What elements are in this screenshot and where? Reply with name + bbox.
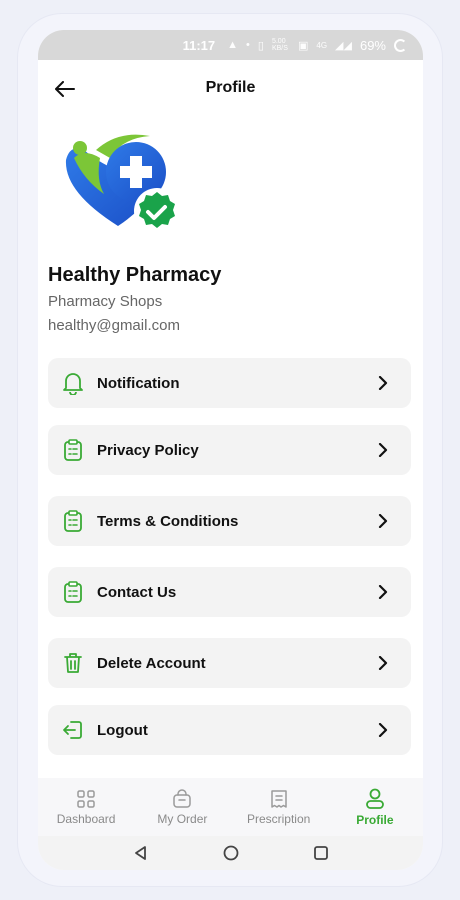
system-home-button[interactable] xyxy=(221,843,241,863)
grid-icon xyxy=(77,789,95,808)
menu-item-notification[interactable]: Notification xyxy=(48,358,411,408)
logout-icon xyxy=(60,717,86,743)
chevron-right-icon xyxy=(373,440,393,460)
square-recents-icon xyxy=(313,846,328,860)
page-title: Profile xyxy=(205,79,256,96)
chevron-right-icon xyxy=(373,653,393,673)
shop-email: healthy@gmail.com xyxy=(48,317,180,334)
menu-item-label: Logout xyxy=(97,721,148,739)
upload-icon: ▲ xyxy=(227,39,239,51)
menu-item-logout[interactable]: Logout xyxy=(48,705,411,755)
nav-item-profile[interactable]: Profile xyxy=(327,778,423,836)
signal-icon: ◢◢ xyxy=(335,39,352,52)
menu-item-delete-account[interactable]: Delete Account xyxy=(48,638,411,688)
user-icon xyxy=(365,788,384,809)
battery-percent: 69% xyxy=(359,37,386,53)
bag-icon xyxy=(173,788,192,808)
status-bar: 11:17 ▲ • ▯ 5.00 KB/S ▣ 4G ◢◢ 69% xyxy=(38,30,423,60)
nav-item-prescription[interactable]: Prescription xyxy=(231,778,327,836)
chevron-right-icon xyxy=(373,373,393,393)
clipboard-icon xyxy=(60,437,86,463)
chevron-right-icon xyxy=(373,582,393,602)
menu-item-label: Delete Account xyxy=(97,654,206,672)
system-back-button[interactable] xyxy=(131,843,151,863)
trash-icon xyxy=(60,650,86,676)
phone-screen: 11:17 ▲ • ▯ 5.00 KB/S ▣ 4G ◢◢ 69% Profil… xyxy=(38,30,423,870)
clipboard-icon xyxy=(60,579,86,605)
dot-icon: • xyxy=(246,39,250,51)
app-bar: Profile xyxy=(38,74,423,104)
menu-item-terms-conditions[interactable]: Terms & Conditions xyxy=(48,496,411,546)
chevron-right-icon xyxy=(373,511,393,531)
chevron-right-icon xyxy=(373,720,393,740)
bottom-nav: Dashboard My Order Prescription Profile xyxy=(38,778,423,836)
nav-item-my-order[interactable]: My Order xyxy=(134,778,230,836)
triangle-back-icon xyxy=(134,846,146,860)
menu-item-privacy-policy[interactable]: Privacy Policy xyxy=(48,425,411,475)
shop-type: Pharmacy Shops xyxy=(48,293,163,310)
nav-item-dashboard[interactable]: Dashboard xyxy=(38,778,134,836)
menu-item-contact-us[interactable]: Contact Us xyxy=(48,567,411,617)
network-speed: 5.00 KB/S xyxy=(271,38,288,52)
nav-label: My Order xyxy=(157,811,208,826)
bell-icon xyxy=(60,370,86,396)
system-nav-bar xyxy=(38,836,423,870)
battery-icon xyxy=(394,38,407,52)
nav-label: Prescription xyxy=(246,811,311,826)
nav-label: Profile xyxy=(356,812,394,827)
shop-name: Healthy Pharmacy xyxy=(48,264,222,286)
system-recents-button[interactable] xyxy=(311,843,331,863)
menu-item-label: Notification xyxy=(97,374,180,392)
circle-home-icon xyxy=(223,845,238,861)
menu-item-label: Privacy Policy xyxy=(97,441,199,459)
pharmacy-logo xyxy=(65,134,180,234)
vibrate-icon: ▯ xyxy=(257,39,264,52)
network-type: 4G xyxy=(316,40,328,50)
menu-item-label: Terms & Conditions xyxy=(97,512,239,530)
receipt-icon xyxy=(270,789,287,808)
status-time: 11:17 xyxy=(182,37,216,53)
clipboard-icon xyxy=(60,508,86,534)
menu-item-label: Contact Us xyxy=(97,583,177,601)
volte-icon: ▣ xyxy=(297,39,309,52)
nav-label: Dashboard xyxy=(56,811,116,826)
